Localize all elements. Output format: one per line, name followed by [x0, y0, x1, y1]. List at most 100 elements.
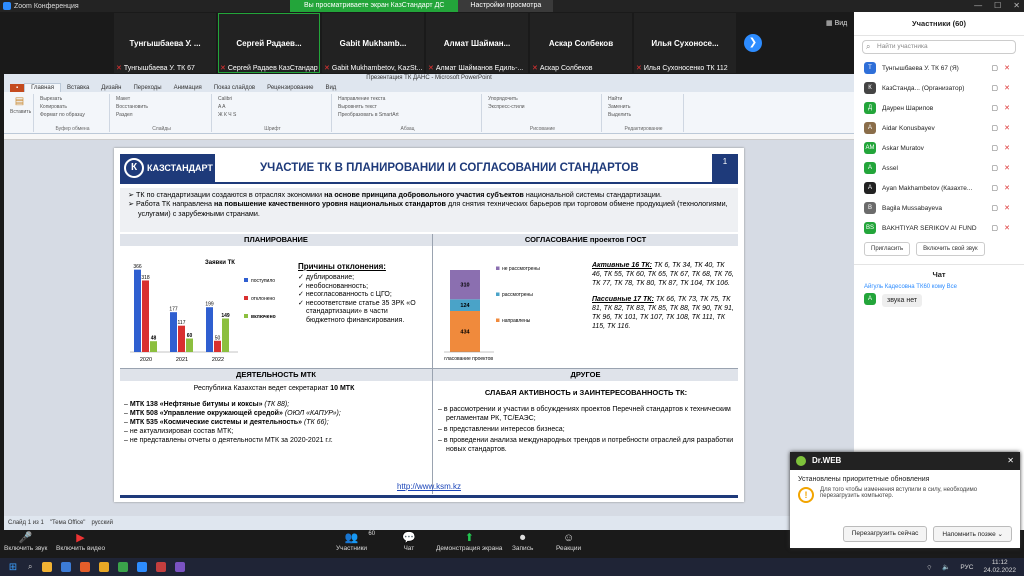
taskbar-app-icon[interactable] [175, 562, 186, 572]
ribbon-command[interactable]: Выделить [608, 112, 679, 118]
video-tile[interactable]: Gabit Mukhamb... ✕ Gabit Mukhambetov, KazS… [322, 13, 424, 73]
ribbon-command[interactable]: Копировать [40, 104, 105, 110]
ribbon-command[interactable]: Найти [608, 96, 679, 102]
taskbar-app-icon[interactable] [156, 562, 167, 572]
other-item: – в представлении интересов бизнеса; [438, 425, 734, 434]
ribbon-command[interactable]: Восстановить [116, 104, 207, 110]
language-indicator[interactable]: РУС [960, 564, 973, 571]
taskbar-app-icon[interactable] [61, 562, 72, 572]
ribbon-command[interactable]: Макет [116, 96, 207, 102]
ribbon-command[interactable]: Выровнять текст [338, 104, 477, 110]
video-tile[interactable]: Аскар Солбеков ✕ Аскар Солбеков [530, 13, 632, 73]
legend-label: не рассмотрены [502, 266, 540, 272]
participant-row[interactable]: AM Askar Muratov ▢ ✕ [854, 138, 1024, 158]
video-off-icon: ▢ [991, 85, 998, 92]
category-label: 2022 [212, 357, 224, 363]
video-tile[interactable]: Сергей Радаев... ✕ Сергей Радаев КазСтанда… [218, 13, 320, 73]
unmute-self-button[interactable]: Включить свой звук [916, 242, 985, 256]
bar [178, 325, 185, 352]
ribbon-tab[interactable]: Переходы [127, 84, 167, 92]
taskbar-app-icon[interactable] [137, 562, 148, 572]
volume-icon[interactable]: 🔈 [942, 563, 950, 571]
view-options-button[interactable]: Настройки просмотра [458, 0, 554, 12]
participant-row[interactable]: Д Даурен Шарипов ▢ ✕ [854, 98, 1024, 118]
participant-row[interactable]: B Bagila Mussabayeva ▢ ✕ [854, 198, 1024, 218]
mtk-item-bold: МТК 535 «Космические системы и деятельно… [129, 418, 303, 426]
ribbon-command[interactable]: Упорядочить [488, 96, 597, 102]
bar-label: 318 [141, 275, 150, 281]
participant-row[interactable]: A Assel ▢ ✕ [854, 158, 1024, 178]
participant-row[interactable]: BS BAKHTIYAR SERIKOV AI FUND ▢ ✕ [854, 218, 1024, 238]
toolbar-button[interactable]: 👥 Участники 60 [336, 531, 375, 552]
video-tile[interactable]: Илья Сухоносе... ✕ Илья Сухоносенко ТК 112 [634, 13, 736, 73]
wifi-icon[interactable]: ⌔ [926, 563, 932, 572]
maximize-icon[interactable]: ☐ [994, 0, 1001, 12]
minimize-icon[interactable]: — [974, 0, 982, 12]
video-tile[interactable]: Тунгышбаева У. ... ✕ Тунгышбаева У. ТК 67 [114, 13, 216, 73]
file-tab[interactable]: ▪ [10, 84, 25, 92]
drweb-header: Dr.WEB ✕ [790, 452, 1020, 470]
ribbon-tab[interactable]: Главная [24, 83, 61, 92]
ribbon-tab[interactable]: Дизайн [95, 84, 127, 92]
ribbon-command[interactable]: Формат по образцу [40, 112, 105, 118]
invite-button[interactable]: Пригласить [864, 242, 911, 256]
remind-later-button[interactable]: Напомнить позже ⌄ [933, 526, 1012, 542]
ribbon-command[interactable]: Направление текста [338, 96, 477, 102]
toolbar-button[interactable]: 💬 Чат [402, 531, 416, 552]
taskbar-app-icon[interactable] [42, 562, 53, 572]
paste-label[interactable]: Вставить [10, 109, 31, 115]
toolbar-button[interactable]: ⏺ Запись [512, 531, 533, 552]
ribbon-tab[interactable]: Анимация [168, 84, 208, 92]
participant-row[interactable]: К КазСтанда... (Организатор) ▢ ✕ [854, 78, 1024, 98]
paste-icon[interactable]: ▤ [10, 96, 29, 107]
clock-date: 24.02.2022 [983, 567, 1016, 574]
ribbon-command[interactable]: Calibri [218, 96, 327, 102]
search-icon[interactable]: ⌕ [28, 562, 32, 572]
ribbon-command[interactable]: Вырезать [40, 96, 105, 102]
taskbar-app-icon[interactable] [99, 562, 110, 572]
ribbon-tab[interactable]: Вид [319, 84, 342, 92]
mtk-intro: Республика Казахстан ведет секретариат 1… [124, 384, 424, 394]
restart-now-button[interactable]: Перезагрузить сейчас [842, 526, 928, 542]
mic-muted-icon: ✕ [1004, 125, 1010, 132]
ribbon-command[interactable]: Заменить [608, 104, 679, 110]
ribbon-command[interactable]: A A [218, 104, 327, 110]
participant-search-input[interactable]: ⌕ Найти участника [862, 40, 1016, 54]
mic-muted-icon: ✕ [220, 65, 226, 72]
taskbar-app-icon[interactable] [118, 562, 129, 572]
website-link[interactable]: http://www.ksm.kz [114, 482, 744, 491]
participant-row[interactable]: A Ayan Makhambetov (Казахте... ▢ ✕ [854, 178, 1024, 198]
video-off-icon: ▢ [991, 225, 998, 232]
taskbar-app-icon[interactable] [80, 562, 91, 572]
ribbon-command[interactable]: Раздел [116, 112, 207, 118]
ribbon-command[interactable]: Ж К Ч S [218, 112, 327, 118]
ribbon-tab[interactable]: Рецензирование [261, 84, 319, 92]
video-tile[interactable]: Алмат Шайман... ✕ Алмат Шайманов Едиль-... [426, 13, 528, 73]
reason-text: несоответствие статье 35 ЗРК «О стандарт… [305, 299, 416, 324]
next-page-button[interactable]: ❯ [744, 34, 762, 52]
toolbar-icon: 🎤 [18, 532, 33, 544]
close-icon[interactable]: ✕ [1013, 0, 1020, 12]
category-label: 2020 [140, 357, 152, 363]
mtk-item: – МТК 535 «Космические системы и деятель… [124, 418, 424, 427]
participant-row[interactable]: Т Тунгышбаева У. ТК 67 (Я) ▢ ✕ [854, 58, 1024, 78]
windows-start-icon[interactable]: ⊞ [4, 562, 22, 573]
ribbon-command[interactable]: Преобразовать в SmartArt [338, 112, 477, 118]
view-button[interactable]: ▦ Вид [826, 19, 847, 27]
toolbar-button[interactable]: ⬆ Демонстрация экрана [436, 531, 502, 552]
ribbon-command[interactable]: Экспресс-стили [488, 104, 597, 110]
tile-caption: ✕ Сергей Радаев КазСтандарт [220, 64, 318, 72]
toolbar-button[interactable]: ☺ Реакции [556, 531, 581, 552]
ribbon-tab[interactable]: Показ слайдов [208, 84, 261, 92]
clock[interactable]: 11:12 24.02.2022 [983, 559, 1016, 575]
ribbon-group-label: Буфер обмена [55, 126, 90, 132]
bar [206, 307, 213, 352]
system-tray: ⌔ 🔈 РУС 11:12 24.02.2022 [926, 559, 1016, 575]
close-icon[interactable]: ✕ [1007, 452, 1014, 470]
toolbar-button[interactable]: ▶ Включить видео [56, 531, 105, 552]
participant-row[interactable]: A Aidar Konusbayev ▢ ✕ [854, 118, 1024, 138]
avatar: Д [864, 102, 876, 114]
ribbon-tab[interactable]: Вставка [61, 84, 95, 92]
legend-swatch [244, 314, 248, 318]
toolbar-button[interactable]: 🎤 Включить звук [4, 531, 47, 552]
